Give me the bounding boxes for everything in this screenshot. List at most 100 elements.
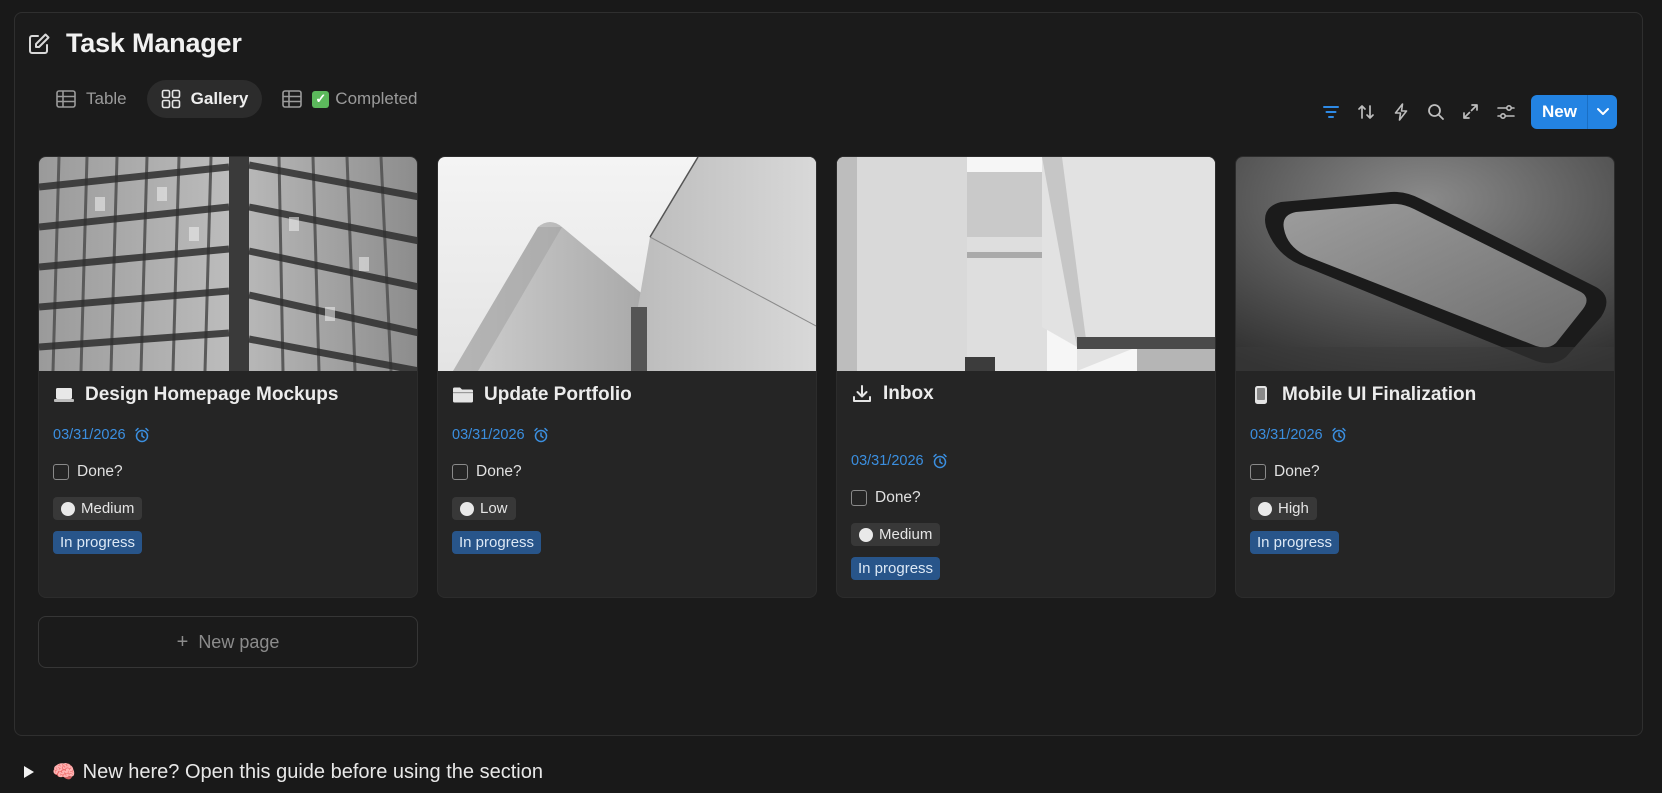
view-toolbar: New xyxy=(1313,94,1617,129)
due-date[interactable]: 03/31/2026 xyxy=(452,427,549,443)
sort-icon xyxy=(1357,104,1374,119)
tab-gallery[interactable]: Gallery xyxy=(146,80,263,118)
done-checkbox[interactable] xyxy=(53,464,69,480)
done-label: Done? xyxy=(1274,463,1320,480)
new-page-button[interactable]: + New page xyxy=(38,616,418,668)
brain-emoji-icon: 🧠 xyxy=(52,762,76,783)
new-dropdown-button[interactable] xyxy=(1587,94,1617,129)
edit-square-icon xyxy=(26,31,52,57)
card-title-text: Design Homepage Mockups xyxy=(85,384,339,405)
gallery-card-update-portfolio[interactable]: Update Portfolio 03/31/2026 Done? Low In… xyxy=(437,156,817,598)
table-icon xyxy=(56,89,76,109)
done-property: Done? xyxy=(53,463,123,481)
phone-icon xyxy=(1250,384,1272,406)
status-badge: In progress xyxy=(851,557,941,580)
triangle-right-icon[interactable] xyxy=(20,763,38,781)
priority-property: Medium xyxy=(53,497,143,520)
due-date-text: 03/31/2026 xyxy=(851,453,924,469)
gallery-card-design-homepage[interactable]: Design Homepage Mockups 03/31/2026 Done?… xyxy=(38,156,418,598)
alarm-clock-icon xyxy=(533,427,549,443)
status-property: In progress xyxy=(851,557,941,580)
done-checkbox[interactable] xyxy=(1250,464,1266,480)
new-button[interactable]: New xyxy=(1531,95,1587,129)
done-label: Done? xyxy=(476,463,522,480)
status-badge: In progress xyxy=(1250,531,1340,554)
gallery-grid-icon xyxy=(161,89,181,109)
new-button-group: New xyxy=(1531,94,1617,129)
new-page-label: New page xyxy=(198,631,280,652)
view-tabs: Table Gallery ✓ Completed xyxy=(42,80,438,118)
search-icon xyxy=(1427,103,1444,120)
white-circle-icon xyxy=(1258,501,1272,516)
due-date-text: 03/31/2026 xyxy=(1250,427,1323,443)
done-label: Done? xyxy=(77,463,123,480)
white-circle-icon xyxy=(61,501,75,516)
alarm-clock-icon xyxy=(1331,427,1347,443)
plus-icon: + xyxy=(176,630,189,653)
status-badge: In progress xyxy=(452,531,542,554)
card-title: Update Portfolio xyxy=(452,384,632,406)
check-mark-emoji-icon: ✓ xyxy=(312,90,330,108)
download-icon xyxy=(851,383,873,405)
chevron-down-icon xyxy=(1596,108,1609,115)
alarm-clock-icon xyxy=(932,453,948,469)
laptop-icon xyxy=(53,384,75,406)
card-cover-image xyxy=(39,157,417,371)
due-date-text: 03/31/2026 xyxy=(53,427,126,443)
card-cover-image xyxy=(837,157,1215,371)
priority-badge: Medium xyxy=(53,497,143,520)
due-date[interactable]: 03/31/2026 xyxy=(53,427,150,443)
card-cover-image xyxy=(1236,157,1614,371)
card-title-text: Mobile UI Finalization xyxy=(1282,384,1477,405)
alarm-clock-icon xyxy=(134,427,150,443)
automation-button[interactable] xyxy=(1383,94,1418,129)
gallery-card-mobile-ui[interactable]: Mobile UI Finalization 03/31/2026 Done? … xyxy=(1235,156,1615,598)
priority-label: Medium xyxy=(81,500,135,517)
due-date-text: 03/31/2026 xyxy=(452,427,525,443)
tab-gallery-label: Gallery xyxy=(190,89,249,108)
card-cover-image xyxy=(438,157,816,371)
done-property: Done? xyxy=(851,489,921,507)
guide-text: New here? Open this guide before using t… xyxy=(82,760,543,783)
view-settings-button[interactable] xyxy=(1488,94,1523,129)
priority-label: High xyxy=(1278,500,1309,517)
card-title-text: Update Portfolio xyxy=(484,384,632,405)
done-checkbox[interactable] xyxy=(851,490,867,506)
settings-sliders-icon xyxy=(1496,104,1515,119)
page-title: Task Manager xyxy=(66,28,242,58)
priority-label: Low xyxy=(480,500,508,517)
filter-button[interactable] xyxy=(1313,94,1348,129)
table-icon xyxy=(282,89,303,109)
white-circle-icon xyxy=(859,527,873,542)
card-title: Mobile UI Finalization xyxy=(1250,384,1476,406)
white-circle-icon xyxy=(460,501,474,516)
filter-icon xyxy=(1322,105,1339,118)
card-title: Design Homepage Mockups xyxy=(53,384,338,406)
title-row: Task Manager xyxy=(26,28,242,59)
status-property: In progress xyxy=(53,531,143,554)
done-checkbox[interactable] xyxy=(452,464,468,480)
folder-icon xyxy=(452,384,474,406)
priority-label: Medium xyxy=(879,526,933,543)
done-label: Done? xyxy=(875,489,921,506)
card-title-text: Inbox xyxy=(883,383,934,404)
priority-property: Low xyxy=(452,497,516,520)
status-badge: In progress xyxy=(53,531,143,554)
priority-property: High xyxy=(1250,497,1317,520)
search-button[interactable] xyxy=(1418,94,1453,129)
due-date[interactable]: 03/31/2026 xyxy=(851,453,948,469)
tab-completed-label: Completed xyxy=(335,89,418,108)
done-property: Done? xyxy=(452,463,522,481)
gallery-card-inbox[interactable]: Inbox 03/31/2026 Done? Medium In progres… xyxy=(836,156,1216,598)
card-title: Inbox xyxy=(851,383,934,405)
guide-toggle[interactable]: 🧠 New here? Open this guide before using… xyxy=(20,760,543,784)
priority-badge: Medium xyxy=(851,523,941,546)
automation-bolt-icon xyxy=(1394,102,1407,121)
sort-button[interactable] xyxy=(1348,94,1383,129)
expand-icon xyxy=(1463,104,1478,119)
tab-completed[interactable]: ✓ Completed xyxy=(268,80,431,118)
due-date[interactable]: 03/31/2026 xyxy=(1250,427,1347,443)
expand-button[interactable] xyxy=(1453,94,1488,129)
tab-table[interactable]: Table xyxy=(42,80,141,118)
tab-table-label: Table xyxy=(86,89,127,108)
